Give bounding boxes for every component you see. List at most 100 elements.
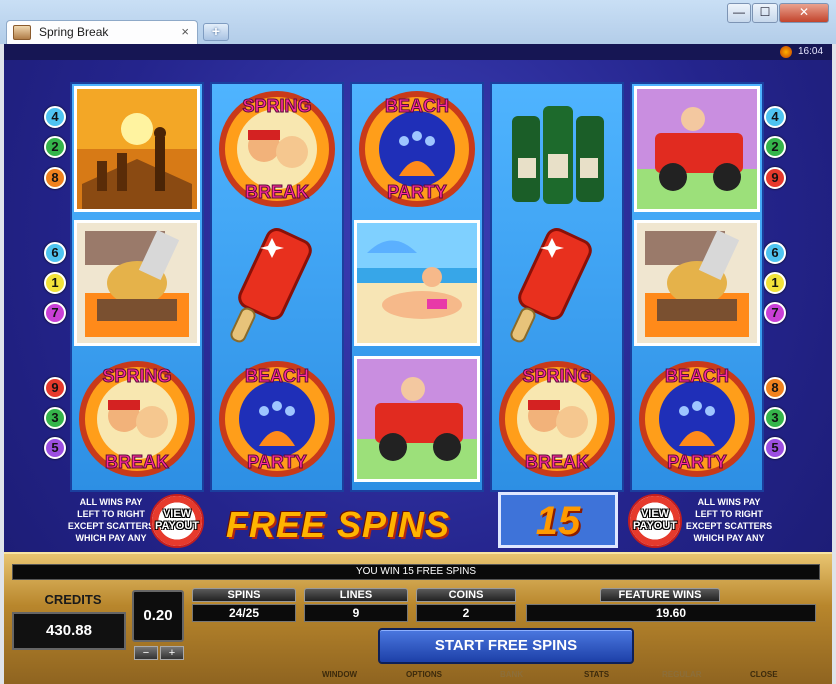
rule-line: WHICH PAY ANY [75, 533, 147, 543]
reel-3: BEACH PARTY [350, 82, 484, 492]
menu-stats[interactable]: STATS [584, 670, 609, 679]
symbol-ice-pop [214, 220, 340, 346]
rule-line: ALL WINS PAY [79, 497, 143, 507]
window-titlebar: Spring Break × + — ☐ ✕ [0, 0, 836, 44]
symbol-beach-party-logo: BEACH PARTY [354, 86, 480, 212]
svg-text:BEACH: BEACH [245, 366, 309, 386]
payline-badge[interactable]: 4 [44, 106, 66, 128]
svg-text:BEACH: BEACH [665, 366, 729, 386]
symbol-beach-party-logo: BEACH PARTY [214, 356, 340, 482]
reel-1: SPRING BREAK [70, 82, 204, 492]
payline-badge[interactable]: 9 [764, 167, 786, 189]
start-free-spins-button[interactable]: START FREE SPINS [378, 628, 634, 664]
menu-options[interactable]: OPTIONS [406, 670, 442, 679]
bottom-menu: WINDOW OPTIONS BANK STATS REGULAR CLOSE [294, 670, 814, 684]
svg-text:BREAK: BREAK [525, 452, 589, 472]
symbol-spring-break-logo: SPRING BREAK [74, 356, 200, 482]
reel-4: SPRING BREAK [490, 82, 624, 492]
svg-text:SPRING: SPRING [242, 96, 311, 116]
message-bar: YOU WIN 15 FREE SPINS [12, 564, 820, 580]
increase-bet-button[interactable]: + [160, 646, 184, 660]
svg-text:BEACH: BEACH [385, 96, 449, 116]
symbol-barbecue [634, 220, 760, 346]
credits-value: 430.88 [12, 612, 126, 650]
clock-readout: 16:04 [798, 46, 824, 57]
rule-line: LEFT TO RIGHT [77, 509, 145, 519]
svg-text:SPRING: SPRING [522, 366, 591, 386]
close-window-button[interactable]: ✕ [779, 3, 829, 23]
lines-value: 9 [304, 604, 408, 622]
tab-close-icon[interactable]: × [181, 24, 189, 39]
browser-tab[interactable]: Spring Break × [6, 20, 198, 44]
menu-bank[interactable]: BANK [500, 670, 523, 679]
coin-value-display: 0.20 [132, 590, 184, 642]
svg-text:PARTY: PARTY [667, 452, 727, 472]
view-payout-label: VIEW PAYOUT [154, 508, 199, 532]
view-payout-button-left[interactable]: VIEW PAYOUT [150, 494, 204, 548]
payline-badge[interactable]: 1 [764, 272, 786, 294]
rule-line: EXCEPT SCATTERS [67, 521, 155, 531]
game-area: 16:04 4 2 8 6 1 7 9 3 5 4 2 9 6 1 7 8 3 … [4, 44, 832, 684]
payline-badge[interactable]: 3 [764, 407, 786, 429]
free-spins-counter: 15 [498, 492, 618, 548]
spins-label: SPINS [192, 588, 296, 602]
new-tab-button[interactable]: + [203, 23, 229, 41]
win-rules-right: ALL WINS PAY LEFT TO RIGHT EXCEPT SCATTE… [684, 496, 774, 544]
payline-badge[interactable]: 1 [44, 272, 66, 294]
rule-line: EXCEPT SCATTERS [685, 521, 773, 531]
coins-value: 2 [416, 604, 516, 622]
reel-5: BEACH PARTY [630, 82, 764, 492]
game-top-strip: 16:04 [4, 44, 832, 60]
view-payout-label: VIEW PAYOUT [632, 508, 677, 532]
symbol-red-jeep [634, 86, 760, 212]
payline-badge[interactable]: 7 [44, 302, 66, 324]
payline-badge[interactable]: 8 [764, 377, 786, 399]
win-rules-left: ALL WINS PAY LEFT TO RIGHT EXCEPT SCATTE… [66, 496, 156, 544]
payline-badge[interactable]: 2 [764, 136, 786, 158]
free-spins-count: 15 [535, 499, 581, 543]
feature-wins-value: 19.60 [526, 604, 816, 622]
payline-badge[interactable]: 9 [44, 377, 66, 399]
game-favicon-icon [13, 25, 31, 40]
symbol-red-jeep [354, 356, 480, 482]
payline-badge[interactable]: 6 [764, 242, 786, 264]
credits-label: CREDITS [44, 592, 102, 607]
alarm-icon [780, 46, 792, 58]
symbol-spring-break-logo: SPRING BREAK [214, 86, 340, 212]
payline-badge[interactable]: 5 [44, 437, 66, 459]
svg-text:PARTY: PARTY [247, 452, 307, 472]
symbol-spring-break-logo: SPRING BREAK [494, 356, 620, 482]
svg-text:BREAK: BREAK [105, 452, 169, 472]
menu-regular[interactable]: REGULAR [662, 670, 702, 679]
symbol-beer-bottles [494, 86, 620, 212]
menu-close[interactable]: CLOSE [750, 670, 778, 679]
spins-value: 24/25 [192, 604, 296, 622]
free-spins-title: FREE SPINS [226, 504, 451, 545]
payline-badge[interactable]: 6 [44, 242, 66, 264]
payline-badge[interactable]: 5 [764, 437, 786, 459]
rule-line: LEFT TO RIGHT [695, 509, 763, 519]
payline-badge[interactable]: 8 [44, 167, 66, 189]
symbol-barbecue [74, 220, 200, 346]
payline-badge[interactable]: 4 [764, 106, 786, 128]
svg-text:SPRING: SPRING [102, 366, 171, 386]
decrease-bet-button[interactable]: − [134, 646, 158, 660]
lines-label: LINES [304, 588, 408, 602]
rule-line: ALL WINS PAY [697, 497, 761, 507]
tab-title: Spring Break [39, 25, 109, 39]
reel-2: SPRING BREAK BEACH PARTY [210, 82, 344, 492]
game-console: YOU WIN 15 FREE SPINS CREDITS 430.88 0.2… [4, 552, 832, 684]
symbol-beach-party-logo: BEACH PARTY [634, 356, 760, 482]
svg-text:BREAK: BREAK [245, 182, 309, 202]
payline-badge[interactable]: 7 [764, 302, 786, 324]
payline-badge[interactable]: 2 [44, 136, 66, 158]
menu-window[interactable]: WINDOW [322, 670, 357, 679]
symbol-ice-pop [494, 220, 620, 346]
maximize-button[interactable]: ☐ [752, 3, 778, 23]
coins-label: COINS [416, 588, 516, 602]
view-payout-button-right[interactable]: VIEW PAYOUT [628, 494, 682, 548]
minimize-button[interactable]: — [727, 3, 751, 23]
svg-text:PARTY: PARTY [387, 182, 447, 202]
feature-wins-label: FEATURE WINS [600, 588, 720, 602]
payline-badge[interactable]: 3 [44, 407, 66, 429]
